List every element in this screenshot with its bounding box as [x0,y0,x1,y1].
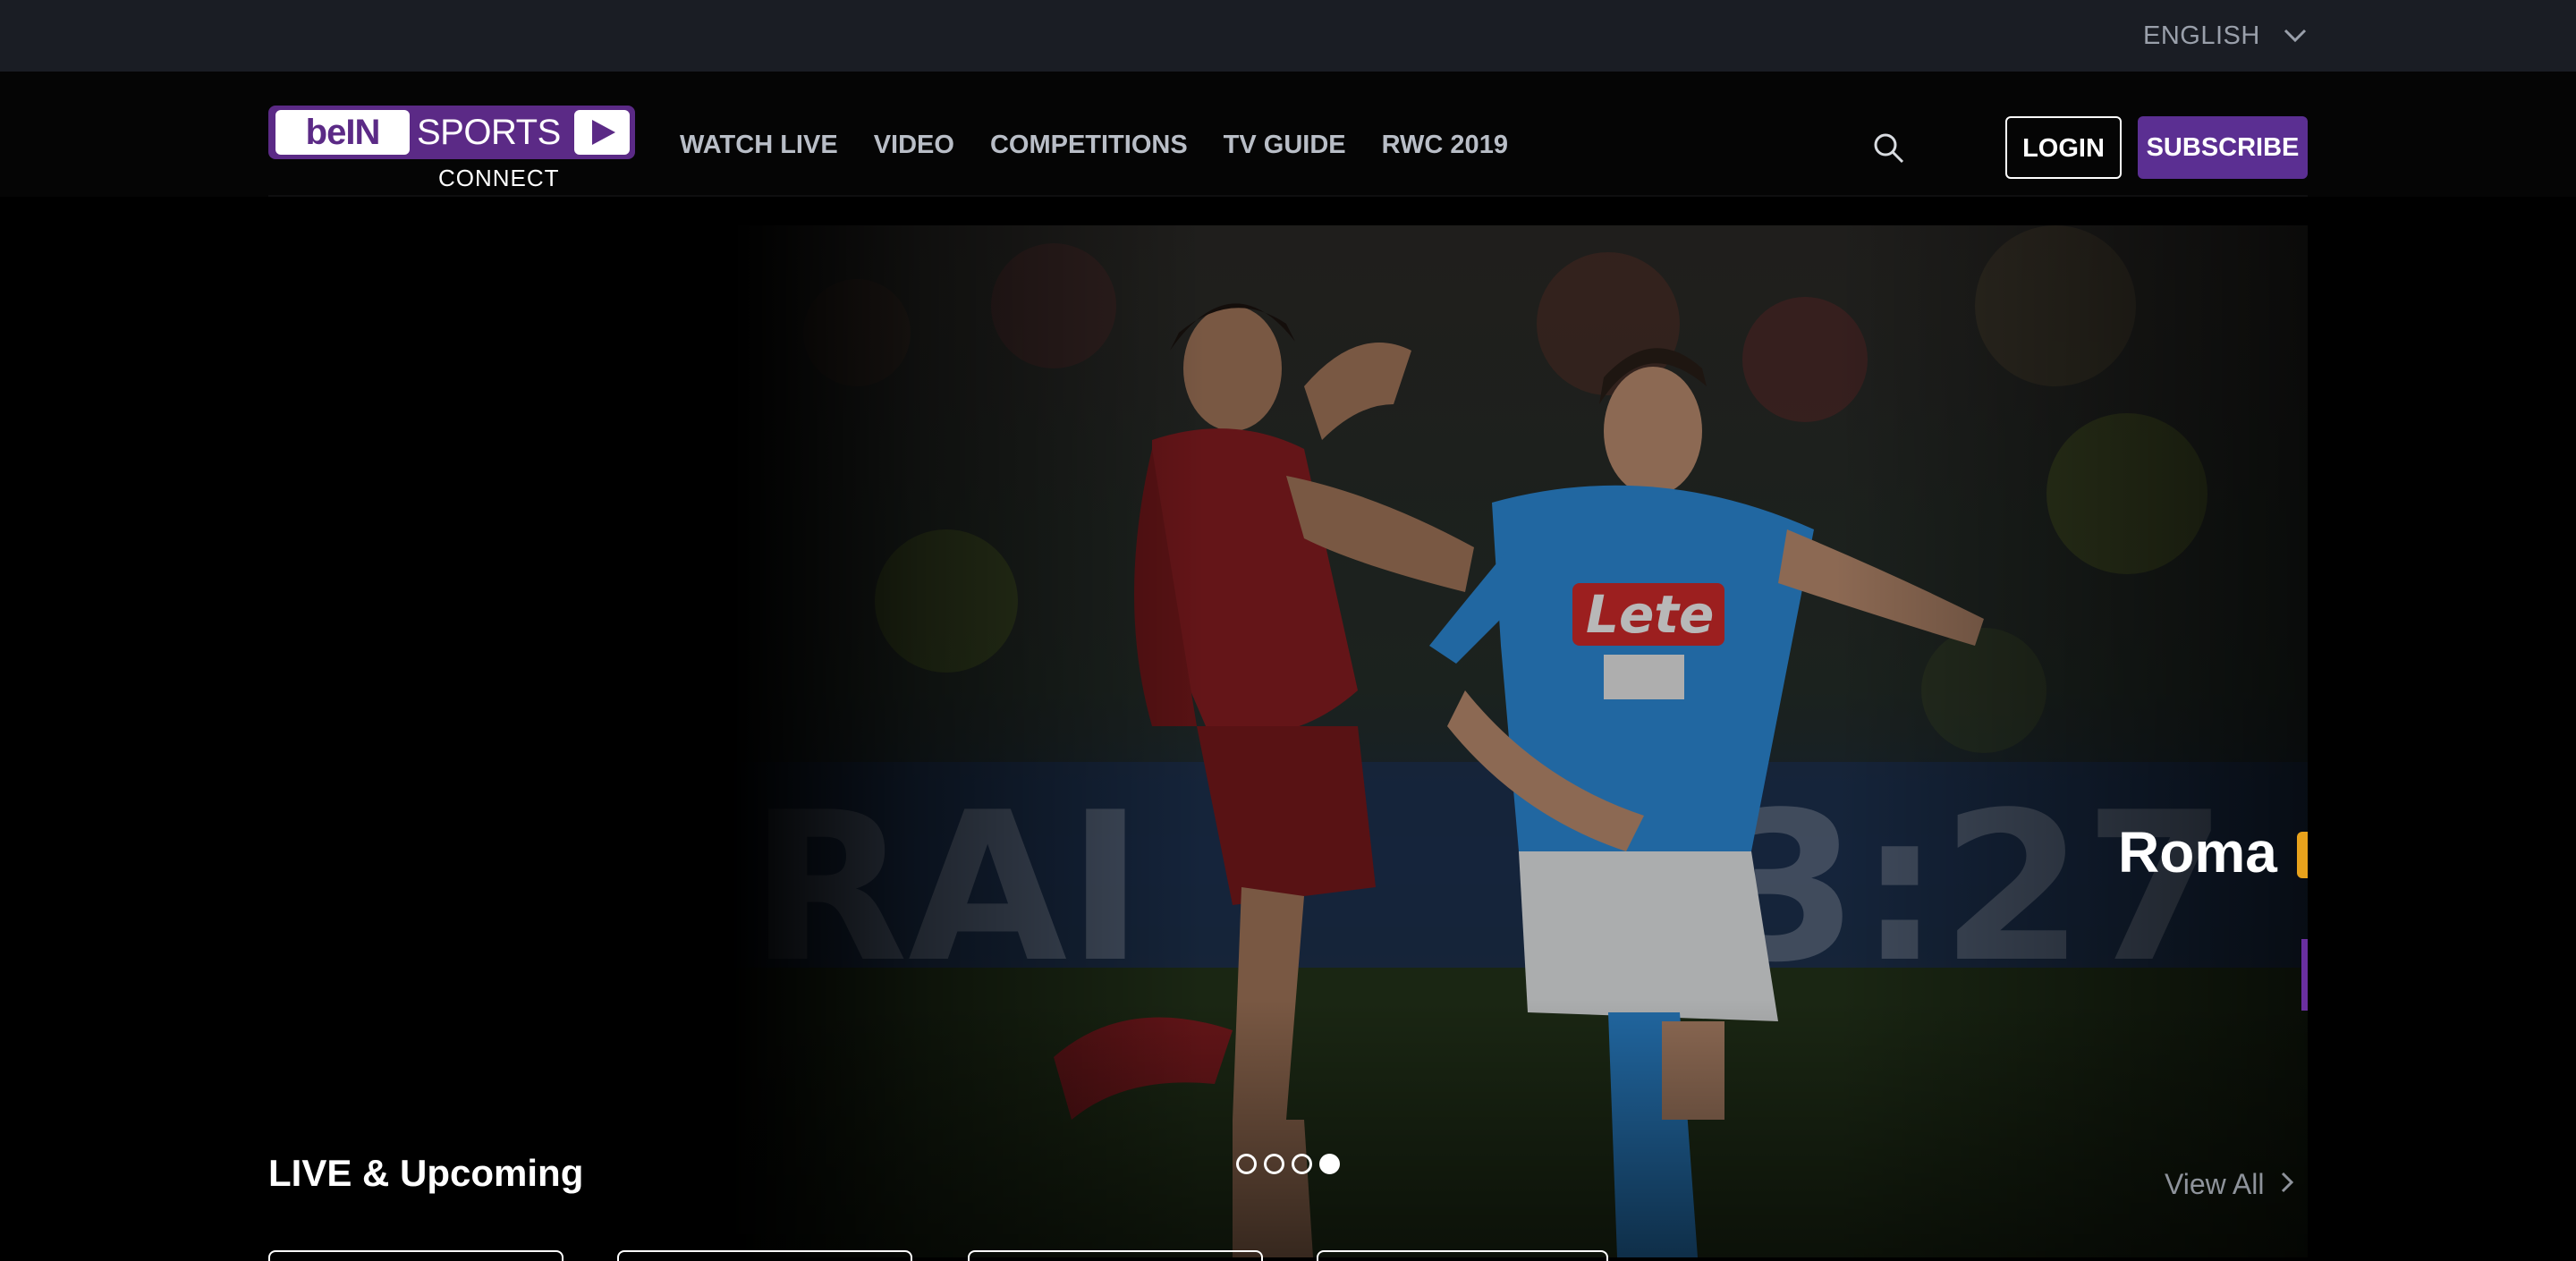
hero-carousel: RAI 3:27 [0,197,2576,1257]
language-bar: ENGLISH [0,0,2576,72]
event-card[interactable] [968,1250,1263,1261]
roma-crest-icon [2297,832,2308,878]
bein-sports-connect-logo[interactable]: beIN SPORTS CONNECT [268,106,635,199]
hero-image-match-photo[interactable]: RAI 3:27 [732,225,2308,1257]
view-all-link[interactable]: View All [2165,1168,2294,1201]
live-upcoming-heading: LIVE & Upcoming [268,1152,584,1194]
hero-team-name: Roma [2118,820,2277,884]
login-button[interactable]: LOGIN [2005,116,2122,179]
event-card[interactable] [268,1250,564,1261]
carousel-dot[interactable] [1292,1154,1312,1174]
carousel-dot-active[interactable] [1319,1154,1340,1174]
search-icon[interactable] [1871,131,1907,166]
event-card[interactable] [617,1250,912,1261]
play-icon [574,110,630,155]
logo-connect-text: CONNECT [438,165,560,191]
language-label: ENGLISH [2143,21,2260,50]
main-nav: WATCH LIVE VIDEO COMPETITIONS TV GUIDE R… [680,127,1508,163]
chevron-right-icon [2280,1168,2294,1201]
nav-video[interactable]: VIDEO [874,131,954,160]
nav-tv-guide[interactable]: TV GUIDE [1224,131,1346,160]
logo-bein-text: beIN [275,110,410,155]
logo-sports-text: SPORTS [417,113,561,152]
subscribe-button[interactable]: SUBSCRIBE [2138,116,2308,179]
language-selector[interactable]: ENGLISH [2143,18,2307,54]
logo-box: beIN SPORTS [268,106,635,159]
carousel-pagination [1236,1154,1340,1174]
hero-cta-button[interactable] [2301,939,2308,1011]
view-all-label: View All [2165,1168,2265,1200]
nav-rwc-2019[interactable]: RWC 2019 [1382,131,1508,160]
chevron-down-icon [2284,29,2307,43]
carousel-dot[interactable] [1236,1154,1257,1174]
event-card[interactable] [1317,1250,1608,1261]
nav-watch-live[interactable]: WATCH LIVE [680,131,838,160]
nav-competitions[interactable]: COMPETITIONS [990,131,1188,160]
carousel-dot[interactable] [1264,1154,1284,1174]
